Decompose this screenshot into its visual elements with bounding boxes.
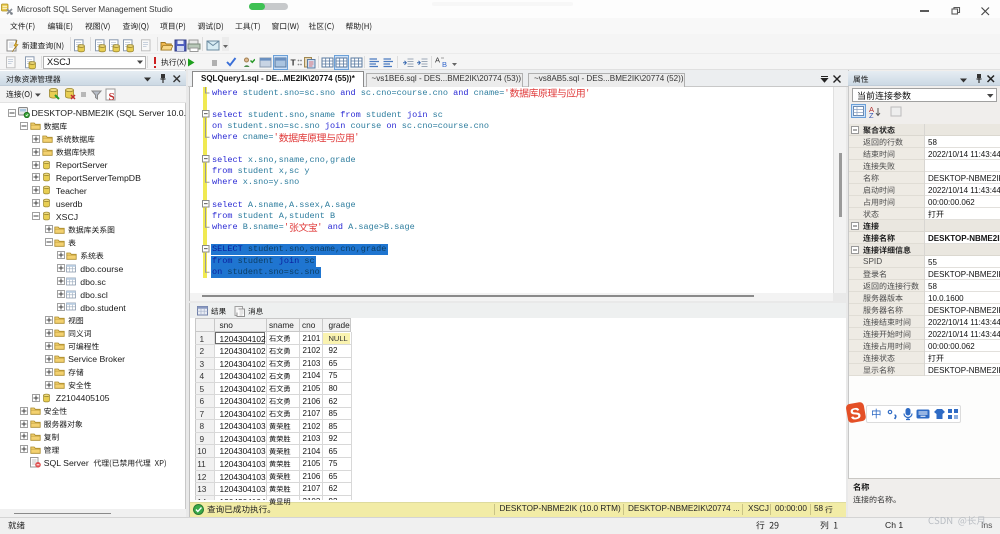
- svg-text:Z: Z: [869, 111, 874, 118]
- svg-text:A: A: [435, 56, 440, 65]
- svg-text:S: S: [109, 91, 115, 102]
- svg-text:B: B: [442, 60, 447, 69]
- svg-text:T: T: [291, 57, 297, 67]
